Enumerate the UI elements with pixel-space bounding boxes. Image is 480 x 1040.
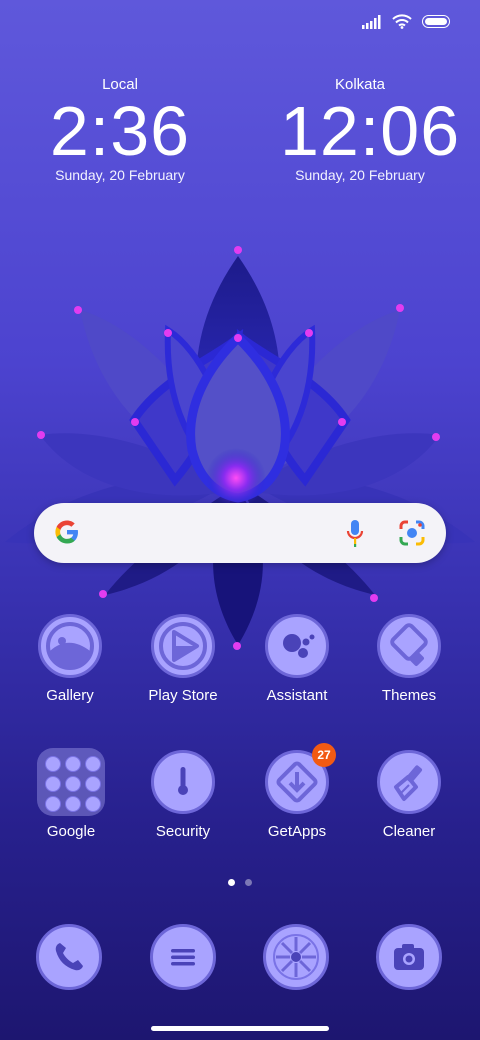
app-security[interactable]: Security — [127, 750, 239, 840]
page-dot-active — [228, 879, 235, 886]
app-label: Google — [46, 823, 96, 840]
clock-time: 2:36 — [49, 92, 191, 170]
gmail-icon — [65, 756, 81, 772]
status-bar — [362, 14, 450, 29]
app-label: Gallery — [46, 687, 94, 704]
app-cleaner[interactable]: Cleaner — [353, 750, 465, 840]
app-label: Assistant — [266, 687, 328, 704]
google-g-icon — [55, 520, 78, 544]
app-label: Play Store — [148, 687, 218, 704]
app-gallery[interactable]: Gallery — [14, 614, 126, 704]
photos-icon — [85, 796, 101, 812]
clock-date: Sunday, 20 February — [295, 167, 425, 183]
browser-icon — [273, 934, 319, 980]
page-dot — [245, 879, 252, 886]
play-store-icon — [151, 614, 215, 678]
phone-icon — [55, 943, 83, 971]
app-label: GetApps — [267, 823, 327, 840]
app-getapps[interactable]: 27 GetApps — [241, 743, 353, 840]
app-themes[interactable]: Themes — [353, 614, 465, 704]
drive-icon — [65, 796, 81, 812]
dock-messages[interactable] — [150, 924, 216, 990]
app-play-store[interactable]: Play Store — [127, 614, 239, 704]
clock-date: Sunday, 20 February — [55, 167, 185, 183]
battery-icon — [422, 15, 450, 28]
youtube-icon — [45, 776, 61, 792]
folder-icon — [37, 748, 105, 816]
wifi-icon — [392, 14, 412, 29]
dock-phone[interactable] — [36, 924, 102, 990]
lotus-wallpaper — [5, 246, 475, 650]
chrome-icon — [65, 776, 81, 792]
gallery-icon — [38, 614, 102, 678]
messages-icon — [171, 949, 195, 966]
lens-icon[interactable] — [398, 519, 426, 547]
page-indicator — [0, 879, 480, 886]
clock-widget-kolkata[interactable]: Kolkata 12:06 Sunday, 20 February — [280, 76, 461, 183]
security-icon — [151, 750, 215, 814]
maps-icon — [85, 756, 101, 772]
clock-time: 12:06 — [280, 92, 461, 170]
getapps-icon: 27 — [265, 743, 336, 814]
dock-camera[interactable] — [376, 924, 442, 990]
google-search-bar[interactable] — [34, 503, 446, 563]
themes-icon — [377, 614, 441, 678]
camera-icon — [394, 944, 424, 970]
duo-icon — [45, 796, 61, 812]
signal-icon — [362, 14, 381, 29]
app-label: Security — [155, 823, 211, 840]
app-label: Cleaner — [382, 823, 436, 840]
folder-google[interactable]: Google — [15, 748, 127, 840]
mic-icon[interactable] — [346, 519, 364, 547]
cleaner-icon — [377, 750, 441, 814]
dock-browser[interactable] — [263, 924, 329, 990]
app-assistant[interactable]: Assistant — [241, 614, 353, 704]
youtube-music-icon — [85, 776, 101, 792]
notification-badge: 27 — [312, 743, 336, 767]
google-app-icon — [45, 756, 61, 772]
app-label: Themes — [381, 687, 437, 704]
assistant-icon — [265, 614, 329, 678]
gesture-home-bar[interactable] — [151, 1026, 329, 1031]
clock-widget-local[interactable]: Local 2:36 Sunday, 20 February — [40, 76, 200, 183]
